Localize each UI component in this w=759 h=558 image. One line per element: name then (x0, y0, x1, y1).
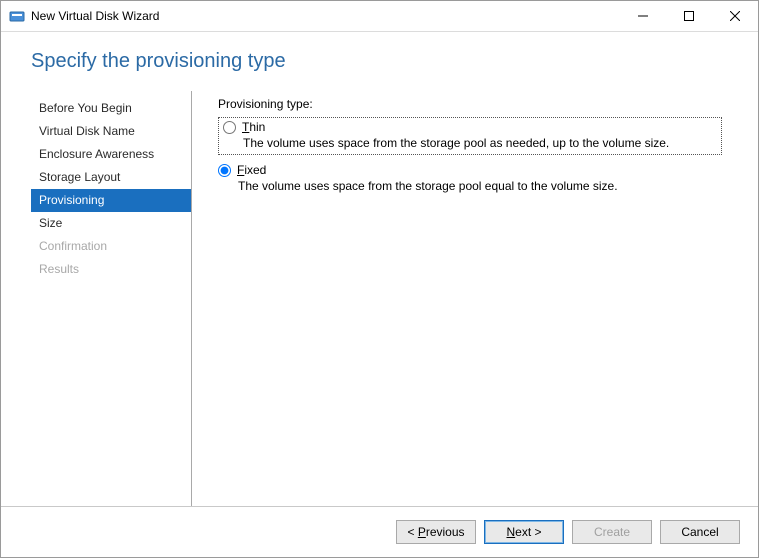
minimize-icon (638, 11, 648, 21)
radio-fixed-row[interactable]: Fixed (218, 163, 718, 177)
step-provisioning[interactable]: Provisioning (31, 189, 191, 212)
provisioning-type-label: Provisioning type: (218, 97, 722, 111)
step-results: Results (31, 258, 191, 281)
window-title: New Virtual Disk Wizard (31, 9, 620, 23)
wizard-steps-sidebar: Before You Begin Virtual Disk Name Enclo… (31, 91, 192, 506)
minimize-button[interactable] (620, 1, 666, 31)
step-enclosure-awareness[interactable]: Enclosure Awareness (31, 143, 191, 166)
radio-thin[interactable] (223, 121, 236, 134)
close-icon (730, 11, 740, 21)
radio-fixed[interactable] (218, 164, 231, 177)
cancel-button[interactable]: Cancel (660, 520, 740, 544)
maximize-icon (684, 11, 694, 21)
wizard-window: New Virtual Disk Wizard Specify the prov… (0, 0, 759, 558)
maximize-button[interactable] (666, 1, 712, 31)
content-area: Before You Begin Virtual Disk Name Enclo… (1, 91, 758, 506)
close-button[interactable] (712, 1, 758, 31)
step-before-you-begin[interactable]: Before You Begin (31, 97, 191, 120)
main-panel: Provisioning type: Thin The volume uses … (192, 91, 728, 506)
step-storage-layout[interactable]: Storage Layout (31, 166, 191, 189)
step-size[interactable]: Size (31, 212, 191, 235)
radio-fixed-label: Fixed (237, 163, 266, 177)
wizard-footer: < Previous Next > Create Cancel (1, 506, 758, 557)
titlebar: New Virtual Disk Wizard (1, 1, 758, 32)
app-icon (9, 8, 25, 24)
radio-thin-row[interactable]: Thin (223, 120, 717, 134)
radio-option-thin[interactable]: Thin The volume uses space from the stor… (218, 117, 722, 155)
radio-thin-label: Thin (242, 120, 265, 134)
step-confirmation: Confirmation (31, 235, 191, 258)
radio-thin-description: The volume uses space from the storage p… (223, 136, 717, 150)
radio-option-fixed[interactable]: Fixed The volume uses space from the sto… (218, 161, 722, 197)
radio-fixed-description: The volume uses space from the storage p… (218, 179, 718, 193)
page-heading: Specify the provisioning type (1, 32, 758, 91)
step-virtual-disk-name[interactable]: Virtual Disk Name (31, 120, 191, 143)
next-button[interactable]: Next > (484, 520, 564, 544)
previous-button[interactable]: < Previous (396, 520, 476, 544)
wizard-body: Specify the provisioning type Before You… (1, 32, 758, 557)
create-button: Create (572, 520, 652, 544)
window-controls (620, 1, 758, 31)
